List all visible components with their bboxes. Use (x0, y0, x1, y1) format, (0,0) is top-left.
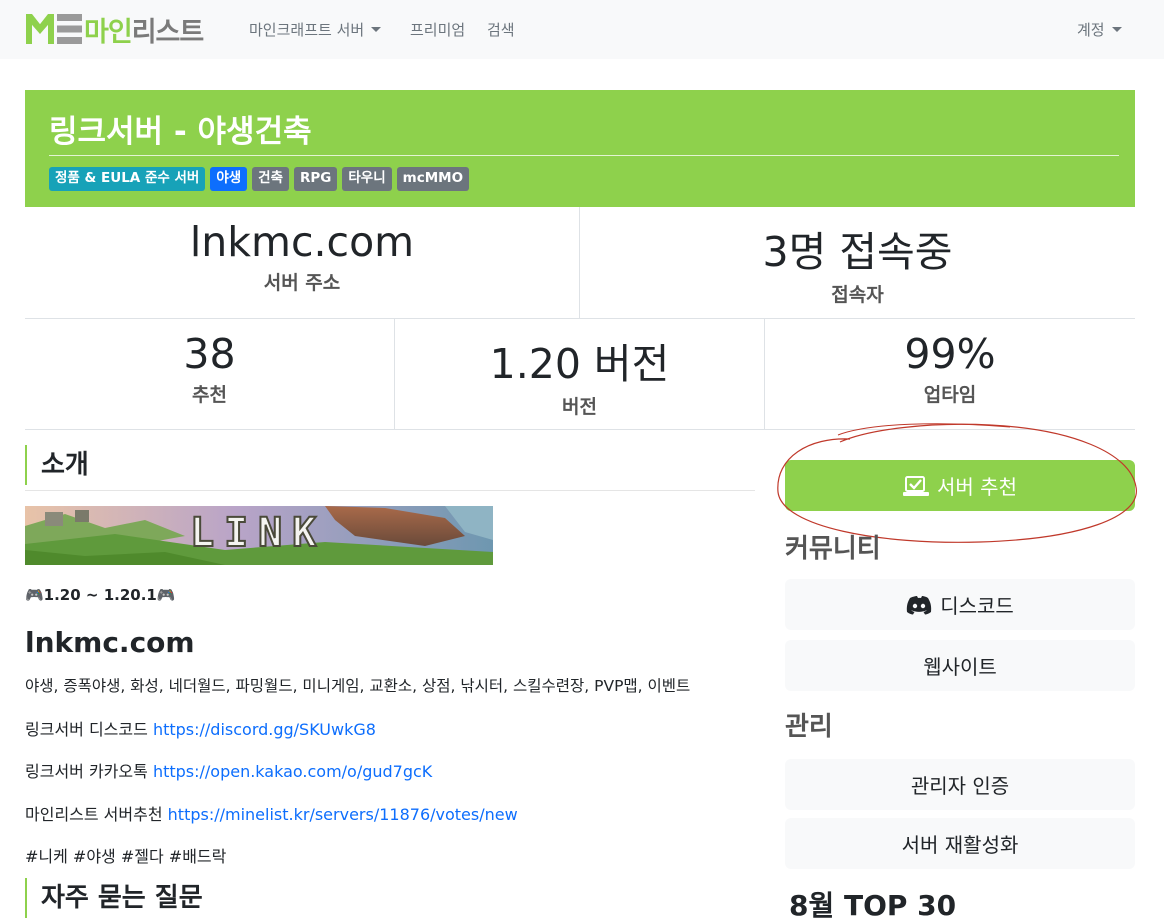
discord-link-label: 링크서버 디스코드 (25, 720, 153, 739)
hashtags: #니케 #야생 #젤다 #배드락 (25, 847, 227, 866)
server-header: 링크서버 - 야생건축 정품 & EULA 준수 서버 야생 건축 RPG 타우니 mcM… (25, 90, 1135, 207)
manage-heading: 관리 (785, 712, 833, 742)
server-reactivate-button[interactable]: 서버 재활성화 (785, 818, 1135, 869)
stat-server-address: lnkmc.com 서버 주소 (25, 218, 579, 295)
discord-button-label: 디스코드 (940, 594, 1014, 618)
server-tag: 타우니 (342, 167, 392, 191)
vote-link-line: 마인리스트 서버추천 https://minelist.kr/servers/1… (25, 801, 518, 825)
server-tags: 정품 & EULA 준수 서버 야생 건축 RPG 타우니 mcMMO (49, 167, 470, 191)
server-tag: 정품 & EULA 준수 서버 (49, 167, 206, 191)
vote-link[interactable]: https://minelist.kr/servers/11876/votes/… (168, 805, 518, 824)
discord-link[interactable]: https://discord.gg/SKUwkG8 (153, 720, 376, 739)
stat-divider (764, 319, 765, 429)
server-tag: mcMMO (396, 167, 470, 191)
uptime-value: 99% (904, 330, 996, 378)
stat-players: 3명 접속중 접속자 (580, 218, 1135, 307)
header-divider (49, 155, 1119, 156)
intro-features: 야생, 증폭야생, 화성, 네더월드, 파밍월드, 미니게임, 교환소, 상점,… (25, 677, 691, 695)
votes-value: 38 (183, 330, 236, 378)
discord-button[interactable]: 디스코드 (785, 579, 1135, 630)
top-navbar: 마인리스트 마인크래프트 서버 프리미엄 검색 계정 (0, 0, 1164, 59)
recommend-server-button[interactable]: 서버 추천 (785, 460, 1135, 511)
stat-votes: 38 추천 (25, 330, 394, 407)
players-value: 3명 접속중 (762, 228, 953, 276)
stat-divider (579, 207, 580, 318)
intro-divider (25, 490, 755, 491)
vote-link-label: 마인리스트 서버추천 (25, 805, 168, 824)
server-tag: 야생 (210, 167, 248, 191)
kakao-link-label: 링크서버 카카오톡 (25, 762, 153, 781)
stat-version: 1.20 버전 버전 (395, 330, 764, 419)
recommend-button-label: 서버 추천 (937, 475, 1017, 499)
banner-logo-text: LINK (189, 509, 327, 557)
website-button[interactable]: 웹사이트 (785, 640, 1135, 691)
uptime-label: 업타임 (923, 384, 977, 406)
site-logo[interactable]: 마인리스트 (26, 12, 204, 48)
logo-me-icon (26, 14, 82, 44)
server-tag: 건축 (252, 167, 290, 191)
faq-heading: 자주 묻는 질문 (25, 878, 203, 918)
intro-domain: lnkmc.com (25, 626, 195, 659)
logo-text: 마인리스트 (84, 16, 204, 48)
vote-check-icon (903, 475, 930, 496)
version-value: 1.20 버전 (489, 340, 670, 388)
admin-verify-button[interactable]: 관리자 인증 (785, 759, 1135, 810)
kakao-link[interactable]: https://open.kakao.com/o/gud7gcK (153, 762, 432, 781)
intro-heading: 소개 (25, 445, 89, 485)
community-heading: 커뮤니티 (785, 534, 881, 564)
stat-divider (25, 429, 1135, 430)
votes-label: 추천 (192, 384, 227, 406)
stat-uptime: 99% 업타임 (765, 330, 1135, 407)
version-label: 버전 (562, 396, 597, 418)
discord-link-line: 링크서버 디스코드 https://discord.gg/SKUwkG8 (25, 716, 376, 740)
stat-divider (25, 318, 1135, 319)
kakao-link-line: 링크서버 카카오톡 https://open.kakao.com/o/gud7g… (25, 758, 432, 782)
server-address-value[interactable]: lnkmc.com (25, 218, 579, 266)
server-tag: RPG (294, 167, 338, 191)
players-label: 접속자 (831, 284, 884, 306)
chevron-down-icon (371, 27, 382, 32)
nav-premium[interactable]: 프리미엄 (410, 19, 465, 40)
chevron-down-icon (1111, 27, 1122, 32)
version-line: 🎮1.20 ~ 1.20.1🎮 (25, 586, 176, 604)
stat-divider (394, 319, 395, 429)
discord-icon (907, 595, 932, 614)
nav-servers-dropdown[interactable]: 마인크래프트 서버 (249, 19, 382, 40)
server-title: 링크서버 - 야생건축 (49, 114, 312, 150)
top30-heading: 8월 TOP 30 (789, 889, 957, 922)
server-address-label: 서버 주소 (263, 272, 341, 294)
server-banner-image: LINK (25, 506, 493, 565)
nav-search[interactable]: 검색 (487, 19, 515, 40)
nav-account-dropdown[interactable]: 계정 (1077, 19, 1122, 40)
